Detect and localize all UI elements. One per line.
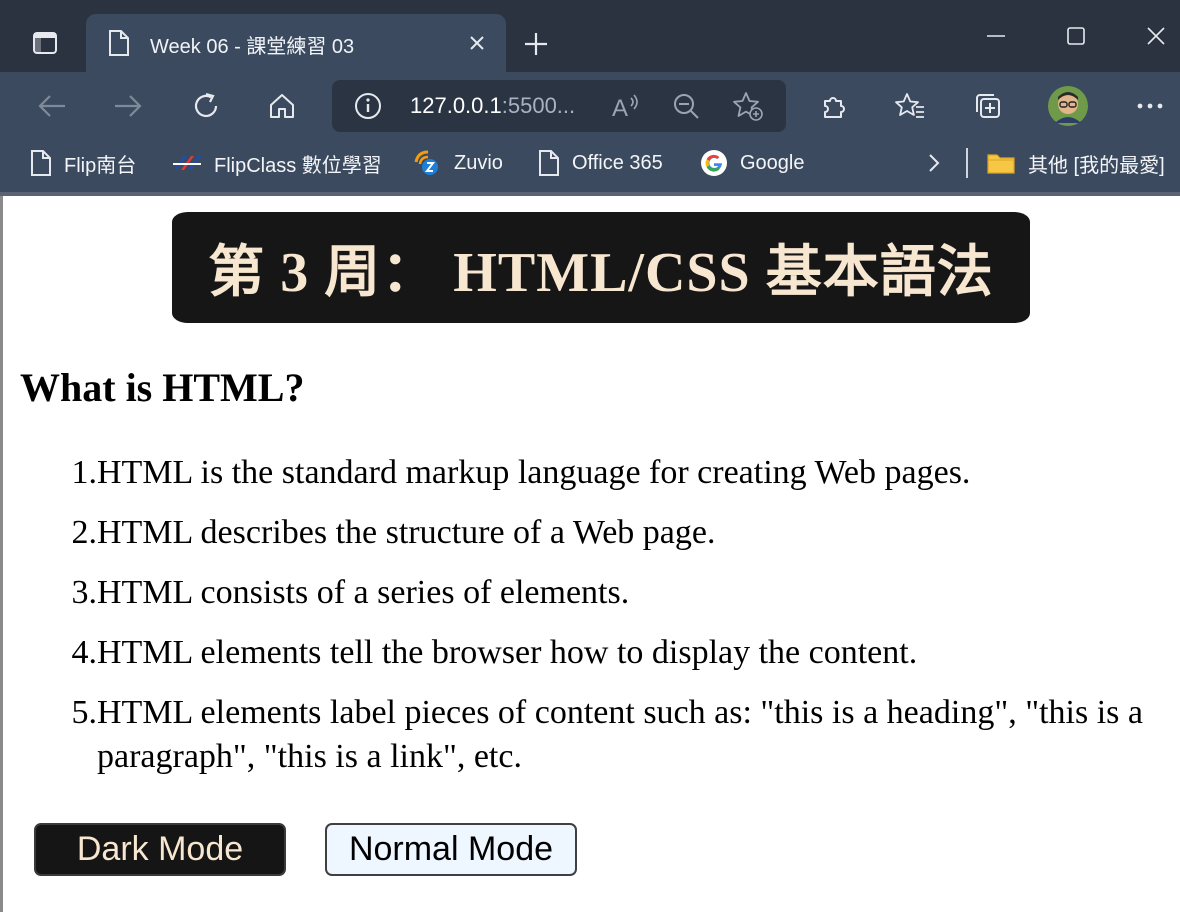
list-item-number: 4. — [71, 634, 98, 671]
close-tab-icon[interactable] — [464, 30, 490, 56]
folder-icon — [986, 151, 1016, 175]
bookmark-google[interactable]: Google — [700, 146, 805, 180]
tab-active[interactable]: Week 06 - 課堂練習 03 — [86, 14, 506, 72]
google-logo-icon — [700, 149, 728, 177]
other-favorites-folder[interactable]: 其他 [我的最愛] — [986, 146, 1165, 180]
tab-actions-icon[interactable] — [20, 20, 70, 66]
list-item-number: 3. — [71, 574, 98, 611]
extensions-icon[interactable] — [812, 84, 856, 128]
list-item-text: HTML describes the structure of a Web pa… — [97, 514, 716, 551]
home-icon[interactable] — [260, 84, 304, 128]
url-rest: :5500... — [501, 93, 576, 118]
address-url[interactable]: 127.0.0.1:5500... — [410, 93, 575, 119]
bookmark-label: Office 365 — [572, 151, 663, 174]
bookmarks-divider — [966, 148, 968, 178]
minimize-icon[interactable] — [974, 18, 1018, 54]
site-info-icon[interactable] — [354, 92, 382, 124]
bookmarks-bar: Flip南台 FlipClass 數位學習 Zuvio Office 365 G… — [0, 138, 1180, 188]
bookmark-label: Zuvio — [454, 151, 503, 174]
new-tab-icon[interactable] — [516, 24, 556, 64]
favorites-icon[interactable] — [888, 84, 932, 128]
forward-arrow-icon[interactable] — [106, 84, 150, 128]
url-host: 127.0.0.1 — [410, 93, 502, 118]
collections-icon[interactable] — [966, 84, 1010, 128]
bookmark-zuvio[interactable]: Zuvio — [412, 146, 503, 180]
browser-chrome: Week 06 - 課堂練習 03 127.0.0.1:5500... A Fl… — [0, 0, 1180, 196]
list-item-text: HTML consists of a series of elements. — [97, 574, 630, 611]
section-heading: What is HTML? — [20, 365, 305, 410]
tab-strip: Week 06 - 課堂練習 03 — [0, 0, 1180, 72]
more-options-icon[interactable] — [1128, 84, 1172, 128]
list-item-text: HTML elements tell the browser how to di… — [97, 634, 918, 671]
svg-text:A: A — [612, 95, 628, 120]
refresh-icon[interactable] — [184, 84, 228, 128]
bookmark-label: FlipClass 數位學習 — [214, 154, 382, 177]
bookmark-label: Google — [740, 151, 805, 174]
address-bar[interactable]: 127.0.0.1:5500... A — [332, 80, 786, 132]
page-icon — [30, 149, 52, 177]
profile-avatar[interactable] — [1046, 84, 1090, 128]
page-icon — [108, 29, 130, 61]
maximize-icon[interactable] — [1054, 18, 1098, 54]
list-item-text: HTML elements label pieces of content su… — [97, 694, 1143, 775]
zoom-out-icon[interactable] — [670, 90, 702, 122]
bookmark-flip-nantai[interactable]: Flip南台 — [30, 146, 136, 180]
banner-title: 第 3 周： HTML/CSS 基本語法 — [208, 242, 994, 304]
page-content: 第 3 周： HTML/CSS 基本語法 What is HTML? 1. HT… — [3, 196, 1180, 912]
flipclass-logo-icon — [172, 154, 202, 172]
navigation-toolbar: 127.0.0.1:5500... A — [0, 72, 1180, 138]
tab-title: Week 06 - 課堂練習 03 — [150, 36, 355, 58]
normal-mode-button[interactable]: Normal Mode — [325, 823, 577, 876]
dark-mode-button[interactable]: Dark Mode — [34, 823, 286, 876]
list-item-number: 2. — [71, 514, 98, 551]
back-arrow-icon[interactable] — [30, 84, 74, 128]
bookmark-flipclass[interactable]: FlipClass 數位學習 — [172, 146, 382, 180]
list-item-number: 5. — [71, 694, 98, 731]
bookmarks-overflow-icon[interactable] — [926, 146, 942, 180]
bookmark-label: Flip南台 — [64, 154, 137, 177]
add-favorite-icon[interactable] — [732, 90, 764, 122]
page-icon — [538, 149, 560, 177]
page-banner: 第 3 周： HTML/CSS 基本語法 — [172, 212, 1030, 323]
other-favorites-label: 其他 [我的最愛] — [1028, 154, 1165, 177]
close-window-icon[interactable] — [1134, 18, 1178, 54]
list-item-text: HTML is the standard markup language for… — [97, 454, 971, 491]
bookmark-office-365[interactable]: Office 365 — [538, 146, 663, 180]
list-item-number: 1. — [71, 454, 98, 491]
zuvio-logo-icon — [412, 148, 442, 178]
read-aloud-icon[interactable]: A — [610, 90, 642, 122]
